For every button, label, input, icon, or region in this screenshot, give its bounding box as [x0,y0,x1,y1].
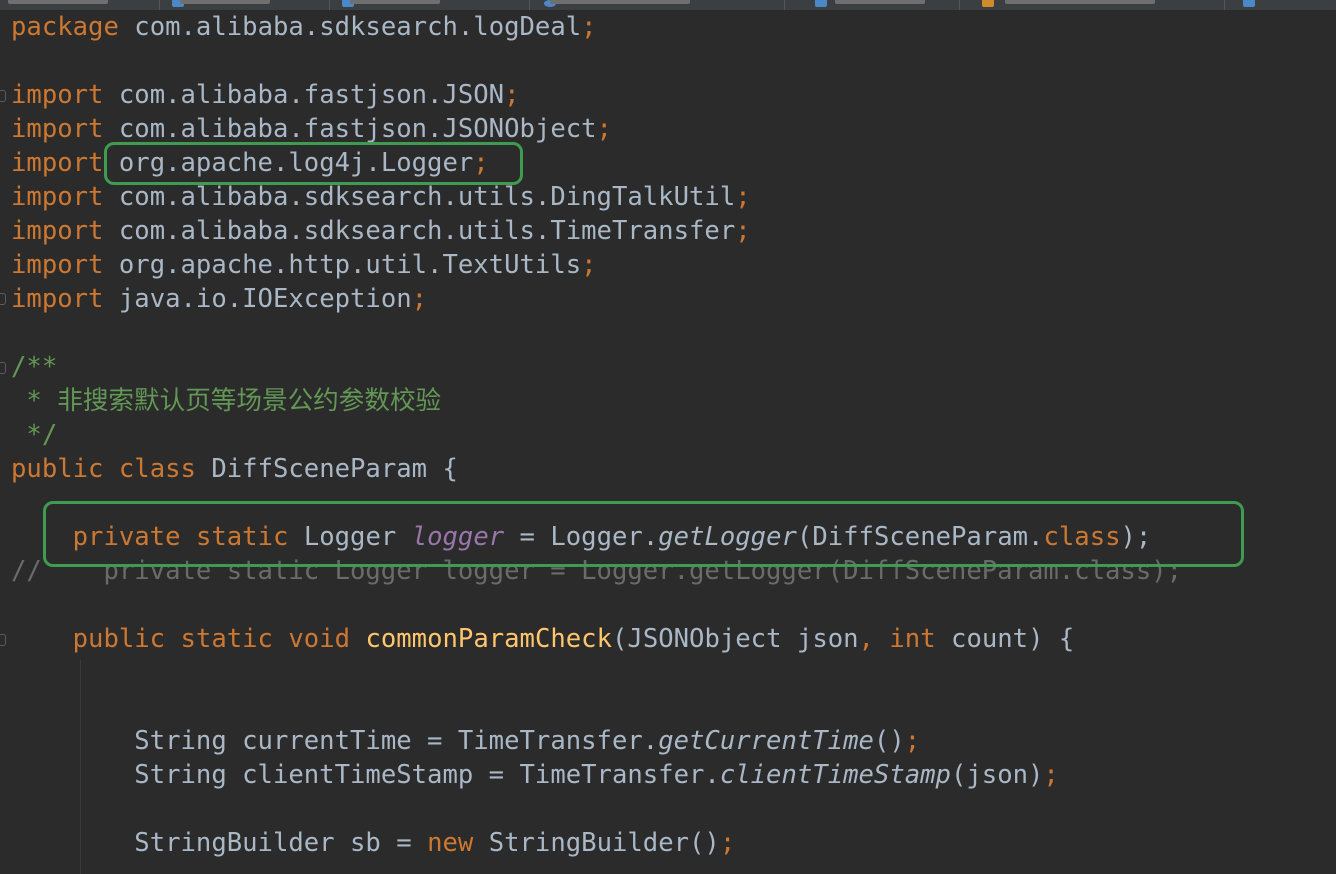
javadoc-text: 非搜索默认页等场景公约参数校验 [57,386,442,416]
fold-marker-icon[interactable] [0,362,7,374]
code-editor[interactable]: package com.alibaba.sdksearch.logDeal; i… [0,0,1336,874]
method-declaration: public static void commonParamCheck(JSON… [72,624,1075,654]
code-line: StringBuilder sb = new StringBuilder(); [134,828,736,858]
method-name: commonParamCheck [365,624,612,654]
javadoc-open: /** [11,352,58,382]
class-name: DiffSceneParam { [211,454,458,484]
import-line: import com.alibaba.sdksearch.utils.DingT… [11,182,751,212]
fold-marker-icon[interactable] [0,90,7,102]
javadoc-line: * 非搜索默认页等场景公约参数校验 [11,386,442,416]
import-line: import org.apache.http.util.TextUtils; [11,250,597,280]
class-declaration: public class DiffSceneParam { [11,454,458,484]
code-line: String clientTimeStamp = TimeTransfer.cl… [134,760,1059,790]
fold-marker-icon[interactable] [0,293,7,305]
import-line: import java.io.IOException; [11,284,428,314]
fold-marker-icon[interactable] [0,634,7,646]
package-line: package com.alibaba.sdksearch.logDeal; [11,12,597,42]
code-line: String currentTime = TimeTransfer.getCur… [134,726,921,756]
javadoc-close: */ [11,420,58,450]
import-line: import com.alibaba.fastjson.JSONObject; [11,114,612,144]
package-name: com.alibaba.sdksearch.logDeal [134,12,582,42]
highlight-box-logger [43,501,1244,567]
highlight-box-import [104,142,523,185]
import-line: import com.alibaba.sdksearch.utils.TimeT… [11,216,751,246]
import-line: import com.alibaba.fastjson.JSON; [11,80,520,110]
